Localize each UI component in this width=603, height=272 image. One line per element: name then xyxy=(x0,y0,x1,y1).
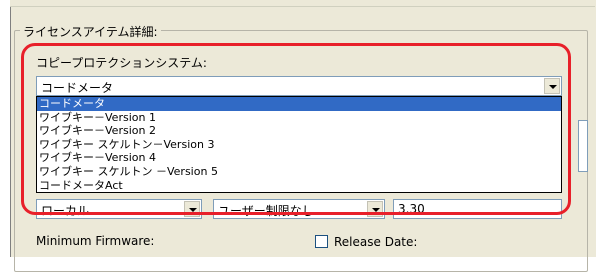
location-combo[interactable]: ローカル xyxy=(36,199,202,219)
minimum-firmware-label: Minimum Firmware: xyxy=(36,234,155,248)
dropdown-option[interactable]: ワイブキー－Version 4 xyxy=(37,151,561,165)
dropdown-option[interactable]: ワイブキー－Version 1 xyxy=(37,111,561,125)
copy-protection-dropdown-list[interactable]: コードメータ ワイブキー－Version 1 ワイブキー－Version 2 ワ… xyxy=(36,96,562,194)
chevron-down-icon[interactable] xyxy=(367,201,383,217)
release-date-checkbox[interactable] xyxy=(315,235,328,248)
version-field[interactable]: 3.30 xyxy=(393,199,562,219)
dropdown-option[interactable]: ワイブキー スケルトン －Version 5 xyxy=(37,165,561,179)
version-value: 3.30 xyxy=(398,202,425,216)
dropdown-option[interactable]: ワイブキー スケルトン－Version 3 xyxy=(37,138,561,152)
panel-top-divider xyxy=(10,0,595,7)
location-value: ローカル xyxy=(41,204,90,218)
partial-right-control xyxy=(578,120,588,172)
release-date-label: Release Date: xyxy=(334,235,418,249)
copy-protection-value: コードメータ xyxy=(41,81,114,95)
dropdown-option[interactable]: ワイブキー－Version 2 xyxy=(37,124,561,138)
user-limit-combo[interactable]: ユーザー制限なし xyxy=(213,199,385,219)
group-title: ライセンスアイテム詳細: xyxy=(20,23,161,40)
user-limit-value: ユーザー制限なし xyxy=(218,204,314,218)
copy-protection-combo[interactable]: コードメータ xyxy=(36,76,562,96)
dropdown-option[interactable]: コードメータ xyxy=(37,97,561,111)
copy-protection-label: コピープロテクションシステム: xyxy=(36,56,207,70)
chevron-down-icon[interactable] xyxy=(544,78,560,94)
chevron-down-icon[interactable] xyxy=(184,201,200,217)
dropdown-option[interactable]: コードメータAct xyxy=(37,179,561,193)
